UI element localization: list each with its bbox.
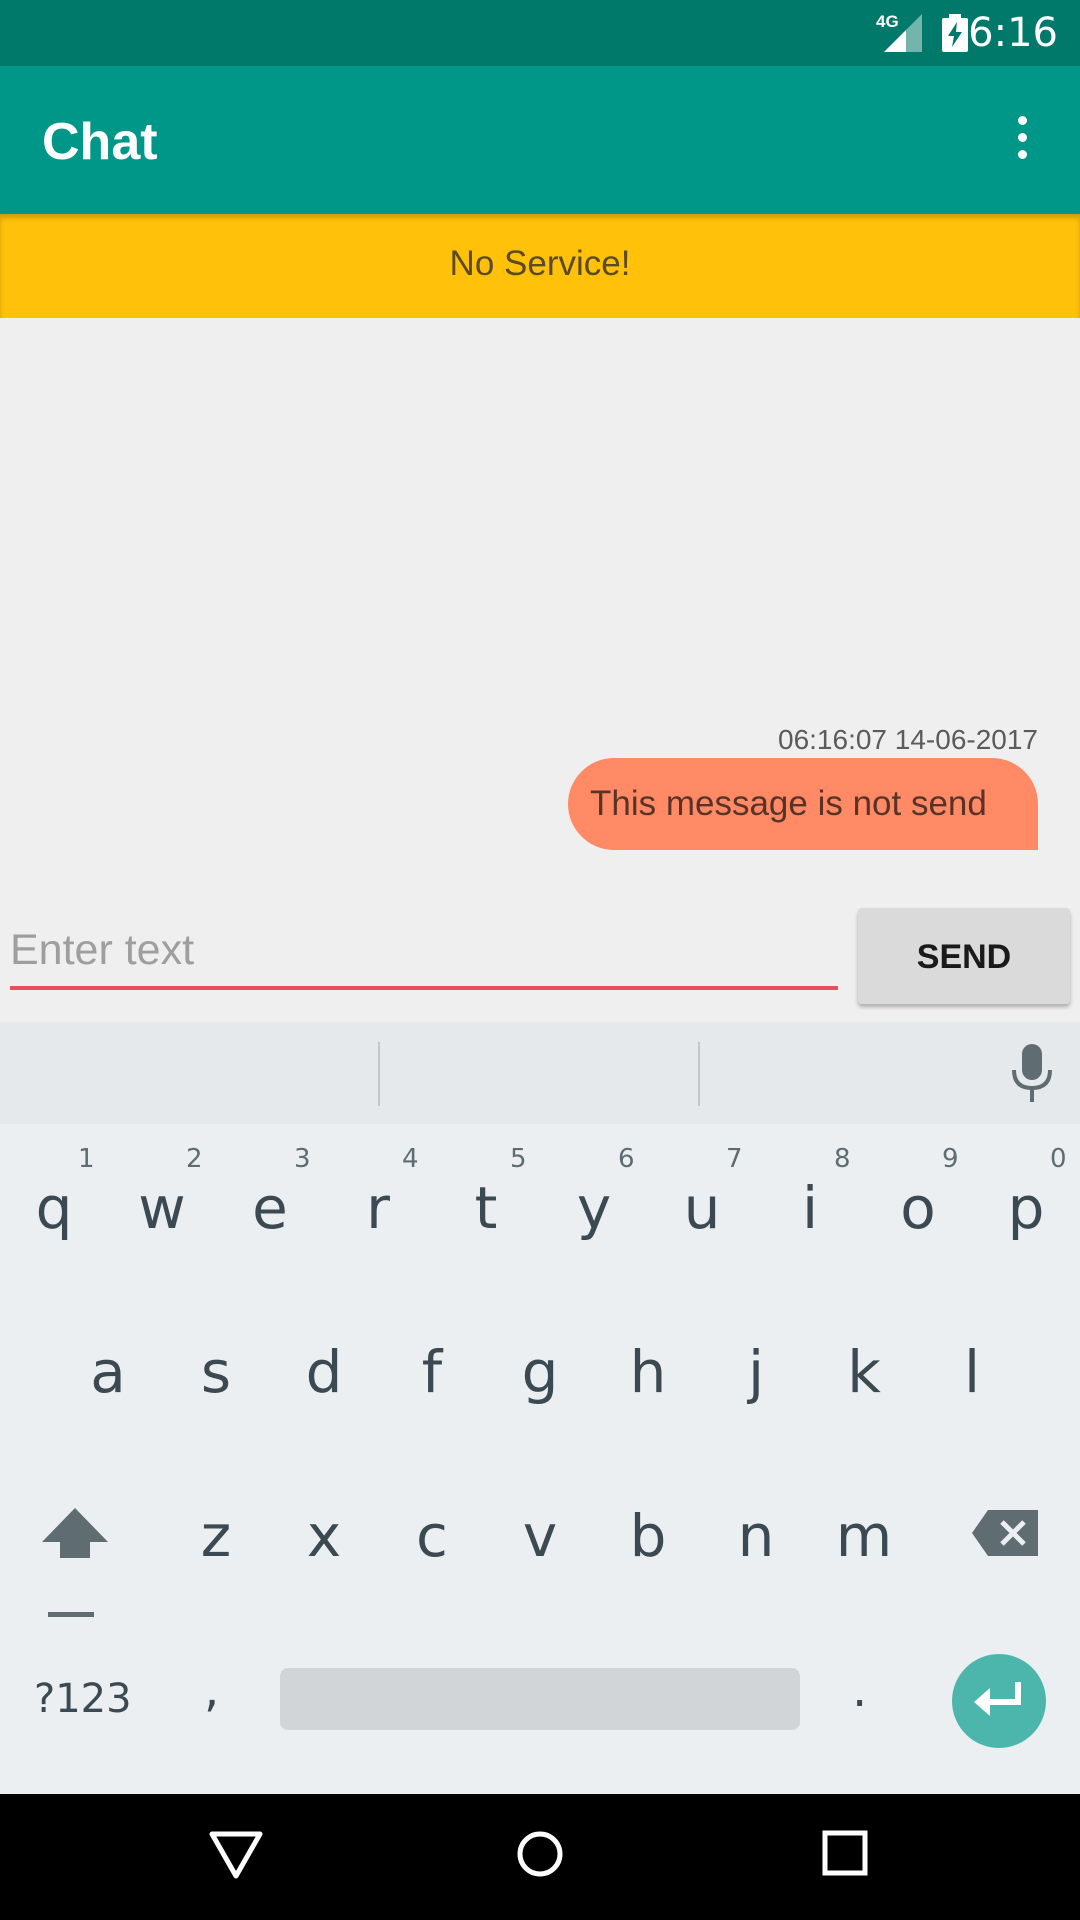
back-icon[interactable]: [208, 1830, 264, 1880]
status-bar: 4G 6:16: [0, 0, 1080, 66]
key-z[interactable]: z: [176, 1502, 256, 1570]
key-a[interactable]: a: [68, 1338, 148, 1406]
symbols-key[interactable]: ?123: [34, 1676, 132, 1722]
key-n[interactable]: n: [716, 1502, 796, 1570]
home-icon[interactable]: [516, 1830, 564, 1878]
key-x[interactable]: x: [284, 1502, 364, 1570]
suggestion-strip: [0, 1022, 1080, 1124]
space-bar[interactable]: [280, 1668, 800, 1730]
key-h[interactable]: h: [608, 1338, 688, 1406]
signal-icon: [884, 14, 922, 52]
key-hint-0: 0: [1050, 1144, 1067, 1174]
navigation-bar: [0, 1794, 1080, 1920]
key-hint-1: 1: [78, 1144, 95, 1174]
send-button[interactable]: SEND: [858, 908, 1070, 1004]
overflow-menu-icon[interactable]: [1006, 116, 1038, 166]
backspace-icon[interactable]: [972, 1510, 1038, 1556]
key-q[interactable]: q: [14, 1174, 94, 1242]
enter-icon: [974, 1682, 1021, 1716]
key-v[interactable]: v: [500, 1502, 580, 1570]
enter-key[interactable]: [952, 1654, 1046, 1748]
key-m[interactable]: m: [824, 1502, 904, 1570]
key-hint-3: 3: [294, 1144, 311, 1174]
key-u[interactable]: u: [662, 1174, 742, 1242]
suggestion-divider: [698, 1042, 700, 1106]
comma-key[interactable]: ,: [204, 1662, 219, 1718]
key-c[interactable]: c: [392, 1502, 472, 1570]
key-p[interactable]: p: [986, 1174, 1066, 1242]
key-e[interactable]: e: [230, 1174, 310, 1242]
key-hint-2: 2: [186, 1144, 203, 1174]
key-i[interactable]: i: [770, 1174, 850, 1242]
key-g[interactable]: g: [500, 1338, 580, 1406]
key-b[interactable]: b: [608, 1502, 688, 1570]
key-hint-7: 7: [726, 1144, 743, 1174]
key-d[interactable]: d: [284, 1338, 364, 1406]
page-title: Chat: [42, 113, 158, 171]
key-r[interactable]: r: [338, 1174, 418, 1242]
battery-charging-icon: [942, 14, 968, 52]
message-timestamp: 06:16:07 14-06-2017: [778, 724, 1038, 755]
key-hint-5: 5: [510, 1144, 527, 1174]
key-f[interactable]: f: [392, 1338, 472, 1406]
key-k[interactable]: k: [824, 1338, 904, 1406]
key-w[interactable]: w: [122, 1174, 202, 1242]
key-j[interactable]: j: [716, 1338, 796, 1406]
key-o[interactable]: o: [878, 1174, 958, 1242]
suggestion-divider: [378, 1042, 380, 1106]
microphone-icon[interactable]: [1010, 1044, 1054, 1102]
recents-icon[interactable]: [822, 1830, 868, 1876]
key-hint-4: 4: [402, 1144, 419, 1174]
key-s[interactable]: s: [176, 1338, 256, 1406]
key-y[interactable]: y: [554, 1174, 634, 1242]
period-key[interactable]: .: [852, 1662, 867, 1718]
send-button-label: SEND: [916, 938, 1012, 976]
message-input[interactable]: Enter text: [10, 920, 838, 990]
shift-icon[interactable]: [42, 1508, 108, 1620]
key-hint-6: 6: [618, 1144, 635, 1174]
key-t[interactable]: t: [446, 1174, 526, 1242]
status-time: 6:16: [968, 10, 1058, 56]
app-bar: Chat: [0, 66, 1080, 214]
no-service-banner: No Service!: [0, 214, 1080, 318]
message-bubble[interactable]: This message is not send: [568, 758, 1038, 850]
message-text: This message is not send: [590, 784, 987, 823]
banner-text: No Service!: [449, 244, 631, 283]
key-hint-9: 9: [942, 1144, 959, 1174]
key-hint-8: 8: [834, 1144, 851, 1174]
key-l[interactable]: l: [932, 1338, 1012, 1406]
input-placeholder: Enter text: [10, 926, 195, 974]
soft-keyboard: q1w2e3r4t5y6u7i8o9p0 asdfghjkl zxcvbnm ?…: [0, 1022, 1080, 1794]
